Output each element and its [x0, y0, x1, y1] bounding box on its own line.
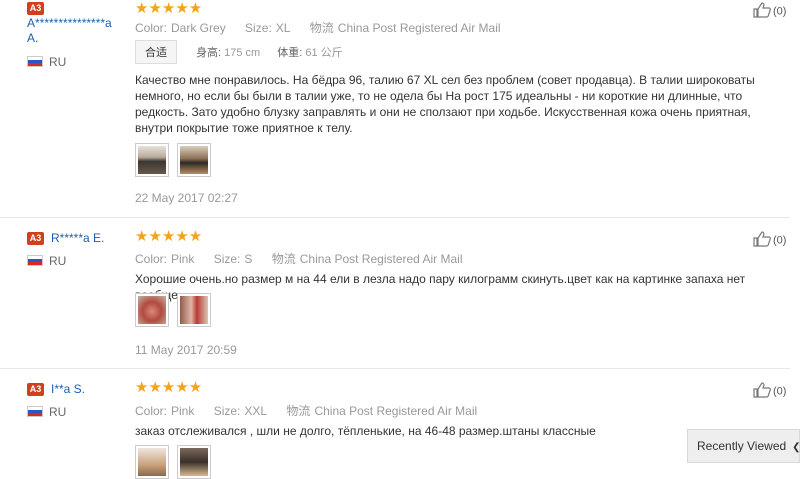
attr-key: 物流 — [271, 252, 296, 266]
attr-key: 物流 — [286, 404, 311, 418]
helpful-count: (0) — [773, 234, 787, 247]
thumbs-up-icon[interactable] — [753, 231, 771, 250]
review-photo[interactable] — [135, 445, 169, 479]
attr-value: S — [244, 252, 253, 266]
review-photo[interactable] — [177, 293, 212, 327]
reviewer-country: RU — [27, 55, 66, 69]
fit-button[interactable]: 合适 — [135, 40, 177, 64]
reviewer-name[interactable]: R*****a E. — [51, 231, 104, 246]
attr-key: Color: — [135, 252, 168, 266]
attr-key: Size: — [213, 404, 241, 418]
height-value: 175 cm — [224, 47, 261, 59]
review-photos — [135, 445, 215, 479]
flag-ru-icon — [27, 255, 43, 266]
attr-key: Size: — [245, 21, 272, 35]
order-attributes: Color: Pink Size: S 物流 China Post Registere… — [135, 250, 479, 267]
star-rating: ★★★★★ — [135, 0, 203, 17]
thumbs-up-icon[interactable] — [753, 2, 771, 21]
country-code: RU — [49, 55, 67, 69]
country-code: RU — [49, 254, 67, 268]
review-text: Качество мне понравилось. На бёдра 96, т… — [135, 73, 755, 135]
review-photo[interactable] — [135, 293, 169, 327]
height-label: 身高: — [196, 47, 222, 59]
buyer-level-badge: A3 — [27, 232, 44, 245]
helpful-count: (0) — [773, 5, 787, 18]
weight-value: 61 公斤 — [305, 47, 343, 59]
helpful-vote[interactable]: (0) — [753, 231, 786, 250]
helpful-vote[interactable]: (0) — [753, 2, 786, 21]
review-photo[interactable] — [177, 143, 212, 177]
review-photo[interactable] — [177, 445, 212, 479]
reviewer-name[interactable]: A***************a A. — [27, 16, 125, 46]
review-photos — [135, 143, 215, 177]
star-rating: ★★★★★ — [135, 379, 203, 396]
fit-info: 合适 身高: 175 cm 体重: 61 公斤 — [135, 40, 357, 64]
helpful-vote[interactable]: (0) — [753, 382, 786, 401]
star-rating: ★★★★★ — [135, 228, 203, 245]
review-date: 11 May 2017 20:59 — [135, 343, 237, 357]
recently-viewed-button[interactable]: Recently Viewed ❮❮ — [687, 429, 800, 463]
attr-value: China Post Registered Air Mail — [337, 21, 501, 35]
attr-value: China Post Registered Air Mail — [299, 252, 463, 266]
flag-ru-icon — [27, 406, 43, 417]
thumbs-up-icon[interactable] — [753, 382, 771, 401]
helpful-count: (0) — [773, 385, 787, 398]
review-text: Хорошие очень.но размер м на 44 ели в ле… — [135, 272, 746, 302]
order-attributes: Color: Pink Size: XXL 物流 China Post Registe… — [135, 402, 493, 419]
weight-label: 体重: — [277, 47, 303, 59]
flag-ru-icon — [27, 56, 43, 67]
attr-value: Pink — [171, 404, 195, 418]
recently-viewed-label: Recently Viewed — [697, 439, 787, 453]
attr-value: XXL — [244, 404, 268, 418]
buyer-level-badge: A3 — [27, 2, 44, 15]
review-text: заказ отслеживался , шли не долго, тёпле… — [135, 424, 596, 438]
chevron-icon: ❮❮ — [792, 442, 800, 453]
review-photos — [135, 293, 215, 327]
attr-value: China Post Registered Air Mail — [314, 404, 478, 418]
attr-value: Dark Grey — [171, 21, 226, 35]
reviewer-name[interactable]: I**a S. — [51, 382, 85, 397]
attr-key: Color: — [135, 21, 168, 35]
attr-value: Pink — [171, 252, 195, 266]
country-code: RU — [49, 405, 67, 419]
review-photo[interactable] — [135, 143, 169, 177]
buyer-level-badge: A3 — [27, 383, 44, 396]
attr-key: 物流 — [309, 21, 334, 35]
reviewer-country: RU — [27, 405, 66, 419]
attr-key: Color: — [135, 404, 168, 418]
review-date: 22 May 2017 02:27 — [135, 191, 238, 205]
attr-value: XL — [275, 21, 291, 35]
attr-key: Size: — [213, 252, 241, 266]
order-attributes: Color: Dark Grey Size: XL 物流 China Post Reg… — [135, 19, 517, 36]
reviewer-country: RU — [27, 254, 66, 268]
